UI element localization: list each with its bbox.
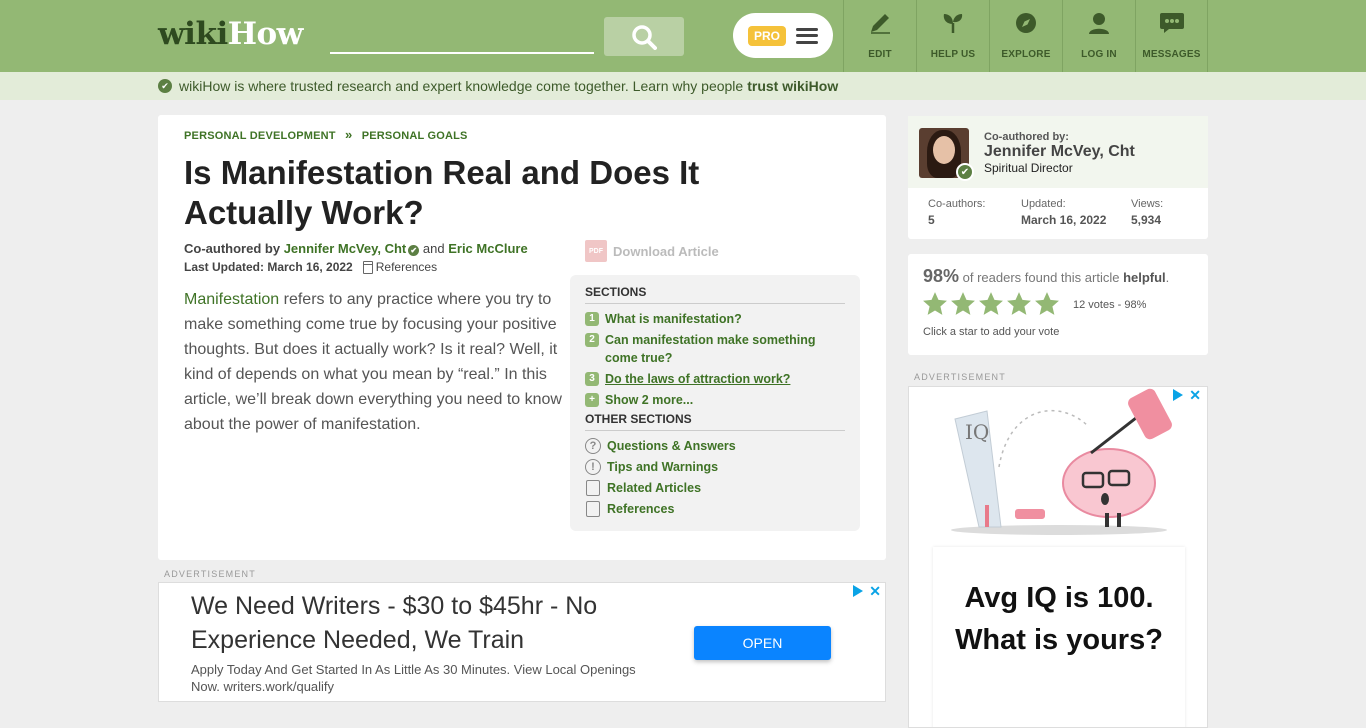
toc-item-2[interactable]: 2 Can manifestation make something come t… [585,331,845,367]
sidebar-advertisement[interactable]: IQ ✕ Avg IQ is 100. What is yours? [908,386,1208,728]
toc-show-more[interactable]: + Show 2 more... [585,391,845,409]
rating-cta: Click a star to add your vote [923,326,1060,338]
advertisement-label: ADVERTISEMENT [914,372,1006,382]
references-link[interactable]: References [362,260,437,274]
last-updated: Last Updated: March 16, 2022 References [184,260,438,274]
iq-brain-illustration: IQ [951,388,1172,535]
nav-log-in[interactable]: LOG IN [1062,0,1135,72]
iq-label: IQ [965,420,989,444]
stat-coauthors: Co-authors: 5 [928,198,986,227]
star-icon-1[interactable] [922,291,948,317]
star-icon-5[interactable] [1034,291,1060,317]
adchoices-icon[interactable] [853,585,864,597]
verified-badge-icon: ✔ [408,245,420,256]
nav-edit[interactable]: EDIT [843,0,916,72]
adchoices-icon[interactable] [1173,389,1184,401]
search-icon [632,24,657,50]
question-icon: ? [585,438,601,454]
author-link-eric[interactable]: Eric McClure [448,241,527,256]
table-of-contents: SECTIONS 1 What is manifestation? 2 Can ma… [570,275,860,531]
ad-description: Apply Today And Get Started In As Little… [191,662,636,694]
header-nav: EDIT HELP US EXPLORE LOG IN MESSAGES [843,0,1208,72]
manifestation-link[interactable]: Manifestation [184,291,279,308]
article-card: PERSONAL DEVELOPMENT » PERSONAL GOALS Is… [158,115,886,560]
ad-choices: ✕ [1173,388,1201,402]
author-stats: Co-authors: 5 Updated: March 16, 2022 View… [908,188,1208,227]
pdf-icon: PDF [585,240,607,262]
toc-references[interactable]: References [585,500,845,518]
rating-card: 98% of readers found this article helpfu… [908,254,1208,355]
breadcrumb: PERSONAL DEVELOPMENT » PERSONAL GOALS [184,127,468,142]
warning-icon: ! [585,459,601,475]
toc-sections-heading: SECTIONS [585,285,845,304]
site-header: wikiHow PRO EDIT HELP US EXPLORE LOG IN … [0,0,1366,72]
article-intro: Manifestation refers to any practice whe… [184,291,562,433]
bookmark-icon [362,260,373,274]
plus-icon: + [585,393,599,407]
breadcrumb-personal-goals[interactable]: PERSONAL GOALS [362,130,468,142]
author-role: Spiritual Director [984,161,1073,175]
ad-choices: ✕ [853,584,881,598]
advertisement-label: ADVERTISEMENT [164,569,256,579]
author-link-jennifer[interactable]: Jennifer McVey, Cht [284,241,407,256]
toc-questions-answers[interactable]: ? Questions & Answers [585,437,845,455]
compass-icon [1013,10,1039,36]
toc-tips-warnings[interactable]: ! Tips and Warnings [585,458,845,476]
nav-help-us[interactable]: HELP US [916,0,989,72]
wikihow-logo[interactable]: wikiHow [158,16,303,52]
hamburger-icon [796,27,818,44]
trust-bar: ✔ wikiHow is where trusted research and … [0,72,1366,100]
star-rating [922,291,1060,317]
ad-headline[interactable]: We Need Writers - $30 to $45hr - No Expe… [191,589,671,657]
close-ad-icon[interactable]: ✕ [1189,388,1201,402]
pro-menu-button[interactable]: PRO [733,13,833,58]
toc-other-heading: OTHER SECTIONS [585,412,845,431]
verified-check-icon: ✔ [158,79,172,93]
coauthored-label: Co-authored by: [984,131,1069,143]
breadcrumb-personal-development[interactable]: PERSONAL DEVELOPMENT [184,130,336,142]
star-icon-4[interactable] [1006,291,1032,317]
trust-wikihow-link[interactable]: trust wikiHow [747,78,838,94]
close-ad-icon[interactable]: ✕ [869,584,881,598]
nav-messages[interactable]: MESSAGES [1135,0,1208,72]
stat-updated: Updated: March 16, 2022 [1021,198,1107,227]
pro-badge: PRO [747,25,786,46]
star-icon-3[interactable] [978,291,1004,317]
trust-text: wikiHow is where trusted research and ex… [179,78,744,94]
ad-open-button[interactable]: OPEN [694,626,831,660]
pencil-icon [867,10,893,36]
coauthor-card: ✔ Co-authored by: Jennifer McVey, Cht Sp… [908,116,1208,239]
user-icon [1086,10,1112,36]
coauthor-line: Co-authored by Jennifer McVey, Cht ✔ and … [184,241,528,256]
verified-check-icon: ✔ [956,163,974,181]
side-ad-headline[interactable]: Avg IQ is 100. What is yours? [933,577,1185,661]
breadcrumb-separator: » [344,127,353,142]
bookmark-icon [586,501,600,517]
document-icon [586,480,600,496]
bottom-advertisement[interactable]: We Need Writers - $30 to $45hr - No Expe… [158,582,886,702]
article-title: Is Manifestation Real and Does It Actual… [184,154,700,231]
star-icon-2[interactable] [950,291,976,317]
nav-explore[interactable]: EXPLORE [989,0,1062,72]
sprout-icon [940,10,966,36]
toc-item-3[interactable]: 3 Do the laws of attraction work? [585,370,845,388]
toc-item-1[interactable]: 1 What is manifestation? [585,310,845,328]
vote-count: 12 votes - 98% [1073,299,1147,311]
helpful-summary: 98% of readers found this article helpfu… [923,266,1170,286]
search-input[interactable] [330,16,594,54]
toc-related-articles[interactable]: Related Articles [585,479,845,497]
stat-views: Views: 5,934 [1131,198,1164,227]
download-article-button[interactable]: PDF Download Article [585,237,731,265]
chat-icon [1159,10,1185,36]
search-button[interactable] [604,17,684,56]
author-name[interactable]: Jennifer McVey, Cht [984,143,1135,161]
